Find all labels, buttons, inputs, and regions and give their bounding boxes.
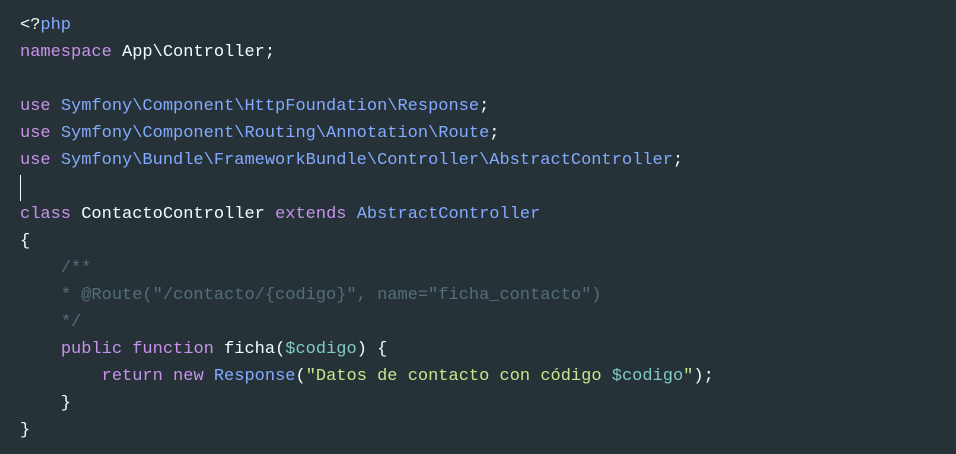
code-token-plain: ) { bbox=[356, 340, 388, 359]
code-token-comment: */ bbox=[60, 313, 82, 332]
code-token-plain: ( bbox=[295, 367, 306, 386]
code-token-plain: <? bbox=[20, 16, 41, 35]
code-token-plain: ; bbox=[479, 97, 490, 116]
code-token-plain: App\Controller; bbox=[111, 43, 276, 62]
code-token-plain: } bbox=[20, 421, 31, 440]
code-token-type: AbstractController bbox=[356, 205, 541, 224]
code-token-plain: ficha( bbox=[213, 340, 286, 359]
code-token-keyword: use bbox=[20, 97, 51, 116]
code-line[interactable]: use Symfony\Component\Routing\Annotation… bbox=[0, 120, 956, 147]
code-line[interactable]: namespace App\Controller; bbox=[0, 39, 956, 66]
code-token-plain: ContactoController bbox=[71, 205, 276, 224]
code-token-keyword: function bbox=[132, 340, 214, 359]
code-token-plain: ); bbox=[693, 367, 714, 386]
code-line[interactable]: public function ficha($codigo) { bbox=[0, 336, 956, 363]
code-line[interactable]: use Symfony\Component\HttpFoundation\Res… bbox=[0, 93, 956, 120]
code-token-string: " bbox=[683, 367, 694, 386]
code-token-comment: /** bbox=[60, 259, 92, 278]
code-token-keyword: use bbox=[20, 151, 51, 170]
code-token-plain: } bbox=[20, 394, 72, 413]
code-token-keyword: use bbox=[20, 124, 51, 143]
code-line[interactable]: * @Route("/contacto/{codigo}", name="fic… bbox=[0, 282, 956, 309]
code-line[interactable]: { bbox=[0, 228, 956, 255]
code-token-keyword: return bbox=[101, 367, 163, 386]
code-token-var: $codigo bbox=[285, 340, 357, 359]
code-line[interactable]: return new Response("Datos de contacto c… bbox=[0, 363, 956, 390]
code-token-type: Symfony\Component\Routing\Annotation\Rou… bbox=[60, 124, 490, 143]
code-token-type: Response bbox=[213, 367, 296, 386]
code-token-type: php bbox=[40, 16, 72, 35]
code-line[interactable]: */ bbox=[0, 309, 956, 336]
code-token-keyword: extends bbox=[275, 205, 347, 224]
code-token-plain: ; bbox=[672, 151, 684, 170]
code-line[interactable] bbox=[0, 174, 956, 201]
code-line[interactable]: /** bbox=[0, 255, 956, 282]
code-line[interactable]: class ContactoController extends Abstrac… bbox=[0, 201, 956, 228]
code-editor[interactable]: <?php namespace App\Controller; use Symfon… bbox=[0, 0, 956, 454]
code-token-var: $codigo bbox=[611, 367, 684, 386]
code-token-keyword: public bbox=[60, 340, 123, 359]
code-token-keyword: class bbox=[20, 205, 72, 224]
code-token-keyword: new bbox=[173, 367, 204, 386]
code-line[interactable]: <?php bbox=[0, 12, 956, 39]
code-line[interactable] bbox=[0, 66, 956, 93]
code-token-plain: ; bbox=[489, 124, 500, 143]
code-token-plain: { bbox=[20, 232, 31, 251]
code-token-string: "Datos de contacto con código bbox=[305, 367, 612, 386]
code-line[interactable]: } bbox=[0, 390, 956, 417]
code-line[interactable]: } bbox=[0, 417, 956, 444]
code-token-type: Symfony\Bundle\FrameworkBundle\Controlle… bbox=[60, 151, 673, 170]
code-token-type: Symfony\Component\HttpFoundation\Respons… bbox=[60, 97, 480, 116]
code-token-keyword: namespace bbox=[20, 43, 112, 62]
code-token-comment: * @Route("/contacto/{codigo}", name="fic… bbox=[60, 286, 602, 305]
code-line[interactable]: use Symfony\Bundle\FrameworkBundle\Contr… bbox=[0, 147, 956, 174]
text-cursor bbox=[20, 175, 21, 201]
